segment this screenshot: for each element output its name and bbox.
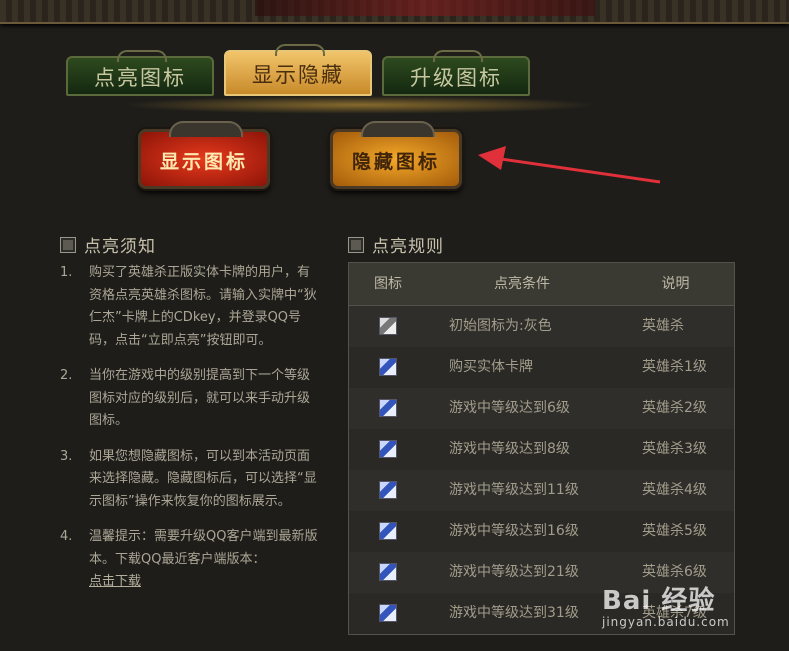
row-description: 英雄杀5级 <box>642 523 707 539</box>
row-condition: 游戏中等级达到21级 <box>449 564 579 580</box>
row-condition: 游戏中等级达到11级 <box>449 482 579 498</box>
notice-item: 3. 如果您想隐藏图标，可以到本活动页面来选择隐藏。隐藏图标后，可以选择“显示图… <box>60 446 320 514</box>
row-description: 英雄杀2级 <box>642 400 707 416</box>
show-icon-label: 显示图标 <box>159 151 248 173</box>
notice-list: 1. 购买了英雄杀正版实体卡牌的用户，有资格点亮英雄杀图标。请输入实牌中“狄仁杰… <box>60 262 320 607</box>
row-condition: 游戏中等级达到31级 <box>449 605 579 621</box>
show-icon-button[interactable]: 显示图标 <box>138 121 270 189</box>
rules-table-header: 图标 点亮条件 说明 <box>349 263 734 306</box>
row-condition: 初始图标为:灰色 <box>449 318 552 334</box>
row-icon-cell <box>349 470 427 511</box>
tab-ornament <box>117 50 167 62</box>
hero-level-icon <box>379 481 397 499</box>
red-arrow-icon <box>478 146 661 184</box>
notice-item-text: 温馨提示：需要升级QQ客户端到最新版本。下载QQ最近客户端版本： <box>89 529 318 567</box>
notice-item: 1. 购买了英雄杀正版实体卡牌的用户，有资格点亮英雄杀图标。请输入实牌中“狄仁杰… <box>60 262 320 352</box>
hero-level-icon <box>379 522 397 540</box>
header-icon: 图标 <box>374 276 402 292</box>
baidu-watermark: Bai 经验 jingyan.baidu.com <box>602 580 772 640</box>
tab-show-hide[interactable]: 显示隐藏 <box>224 44 372 96</box>
button-crest <box>169 121 243 137</box>
tab-label: 点亮图标 <box>94 66 186 90</box>
watermark-brand: Bai 经验 <box>602 586 716 616</box>
hide-icon-label: 隐藏图标 <box>351 151 440 173</box>
notice-item-text: 购买了英雄杀正版实体卡牌的用户，有资格点亮英雄杀图标。请输入实牌中“狄仁杰”卡牌… <box>89 265 317 348</box>
tab-glow <box>120 96 600 114</box>
tab-ornament <box>433 50 483 62</box>
row-icon-cell <box>349 552 427 593</box>
row-description: 英雄杀1级 <box>642 359 707 375</box>
row-condition: 购买实体卡牌 <box>449 359 533 375</box>
row-icon-cell <box>349 347 427 388</box>
section-bullet-icon <box>60 237 76 253</box>
tab-upgrade-icon[interactable]: 升级图标 <box>382 50 530 96</box>
header-condition: 点亮条件 <box>494 276 550 292</box>
tab-label: 升级图标 <box>410 66 502 90</box>
table-row: 购买实体卡牌 英雄杀1级 <box>349 347 734 388</box>
top-decorative-border <box>0 0 789 24</box>
download-link[interactable]: 点击下载 <box>89 574 141 589</box>
row-description: 英雄杀 <box>642 318 684 334</box>
header-description: 说明 <box>661 276 690 292</box>
table-row: 游戏中等级达到8级 英雄杀3级 <box>349 429 734 470</box>
table-row: 初始图标为:灰色 英雄杀 <box>349 306 734 347</box>
button-crest <box>361 121 435 137</box>
row-condition: 游戏中等级达到8级 <box>449 441 570 457</box>
watermark-url: jingyan.baidu.com <box>602 615 730 629</box>
tab-ornament <box>275 44 325 56</box>
notice-item-text: 当你在游戏中的级别提高到下一个等级图标对应的级别后，就可以来手动升级图标。 <box>89 368 311 428</box>
table-row: 游戏中等级达到11级 英雄杀4级 <box>349 470 734 511</box>
row-condition: 游戏中等级达到16级 <box>449 523 579 539</box>
row-icon-cell <box>349 593 427 634</box>
tab-bar: 点亮图标 显示隐藏 升级图标 <box>66 44 536 100</box>
notice-item-text: 如果您想隐藏图标，可以到本活动页面来选择隐藏。隐藏图标后，可以选择“显示图标”操… <box>89 448 317 509</box>
row-icon-cell <box>349 388 427 429</box>
table-row: 游戏中等级达到6级 英雄杀2级 <box>349 388 734 429</box>
tab-light-icon[interactable]: 点亮图标 <box>66 50 214 96</box>
table-row: 游戏中等级达到16级 英雄杀5级 <box>349 511 734 552</box>
hero-level-icon <box>379 399 397 417</box>
row-description: 英雄杀3级 <box>642 441 707 457</box>
notice-section-title: 点亮须知 <box>60 232 156 257</box>
rules-section-title: 点亮规则 <box>348 232 444 257</box>
section-bullet-icon <box>348 237 364 253</box>
rules-title-text: 点亮规则 <box>372 237 444 257</box>
hero-level-icon <box>379 440 397 458</box>
row-description: 英雄杀4级 <box>642 482 707 498</box>
row-icon-cell <box>349 429 427 470</box>
hero-level-icon <box>379 358 397 376</box>
notice-item-number: 1. <box>60 265 73 280</box>
hero-level-icon <box>379 604 397 622</box>
hero-level-icon <box>379 563 397 581</box>
notice-item-number: 3. <box>60 448 73 464</box>
tab-label: 显示隐藏 <box>252 63 344 87</box>
notice-item-number: 2. <box>60 368 73 383</box>
row-icon-cell <box>349 306 427 347</box>
notice-item: 4. 温馨提示：需要升级QQ客户端到最新版本。下载QQ最近客户端版本： 点击下载 <box>60 526 320 594</box>
row-condition: 游戏中等级达到6级 <box>449 400 570 416</box>
notice-item-number: 4. <box>60 529 73 544</box>
gray-hero-icon <box>379 317 397 335</box>
notice-title-text: 点亮须知 <box>84 237 156 257</box>
notice-item: 2. 当你在游戏中的级别提高到下一个等级图标对应的级别后，就可以来手动升级图标。 <box>60 365 320 433</box>
hide-icon-button[interactable]: 隐藏图标 <box>330 121 462 189</box>
row-icon-cell <box>349 511 427 552</box>
